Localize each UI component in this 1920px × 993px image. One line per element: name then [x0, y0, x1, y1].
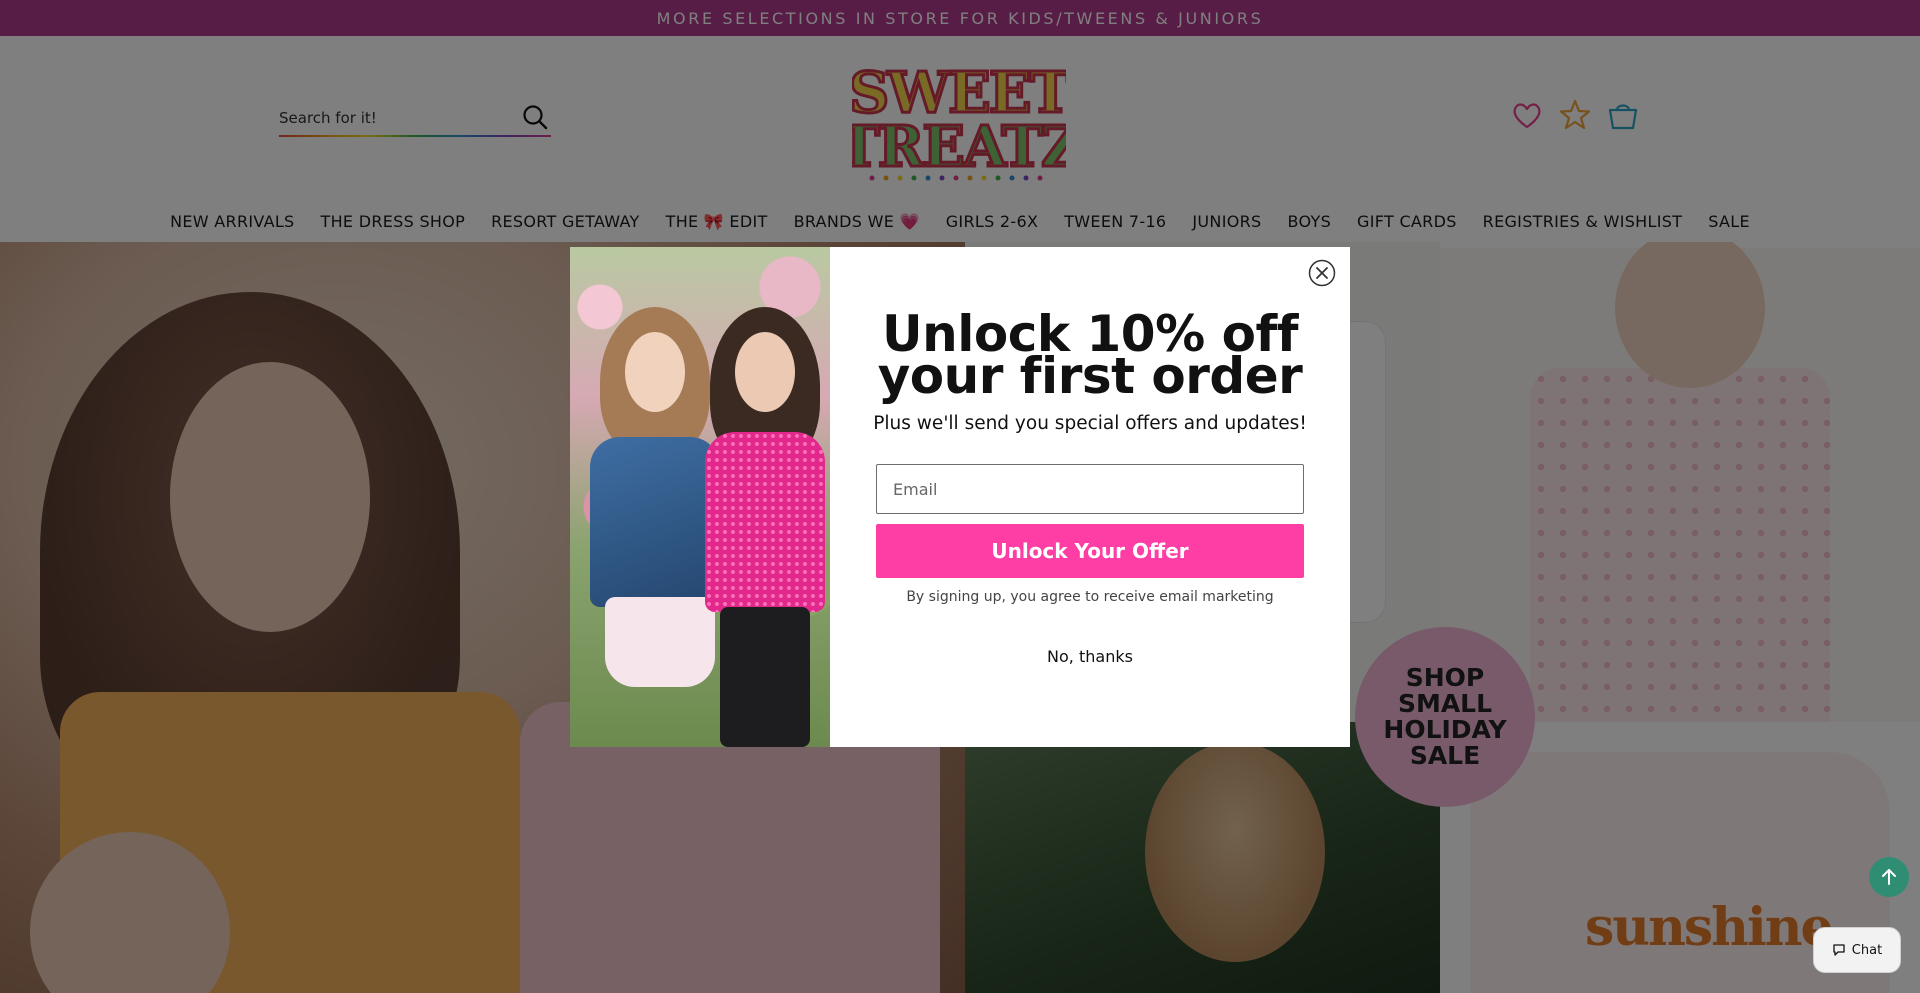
popup-content: Unlock 10% off your first order Plus we'… [830, 247, 1350, 747]
scroll-to-top-button[interactable] [1869, 857, 1909, 897]
arrow-up-icon [1882, 869, 1896, 885]
popup-headline-line-2: your first order [877, 347, 1303, 405]
email-field[interactable] [876, 464, 1304, 514]
signup-popup: Unlock 10% off your first order Plus we'… [570, 247, 1350, 747]
chat-bubble-icon [1833, 944, 1845, 956]
popup-subline: Plus we'll send you special offers and u… [873, 413, 1307, 434]
unlock-offer-button[interactable]: Unlock Your Offer [876, 524, 1304, 578]
close-icon[interactable] [1308, 259, 1336, 287]
popup-headline: Unlock 10% off your first order [877, 309, 1303, 405]
chat-label: Chat [1851, 942, 1883, 958]
popup-image [570, 247, 830, 747]
no-thanks-button[interactable]: No, thanks [1047, 647, 1133, 666]
chat-button[interactable]: Chat [1813, 927, 1901, 973]
consent-text: By signing up, you agree to receive emai… [906, 589, 1274, 605]
